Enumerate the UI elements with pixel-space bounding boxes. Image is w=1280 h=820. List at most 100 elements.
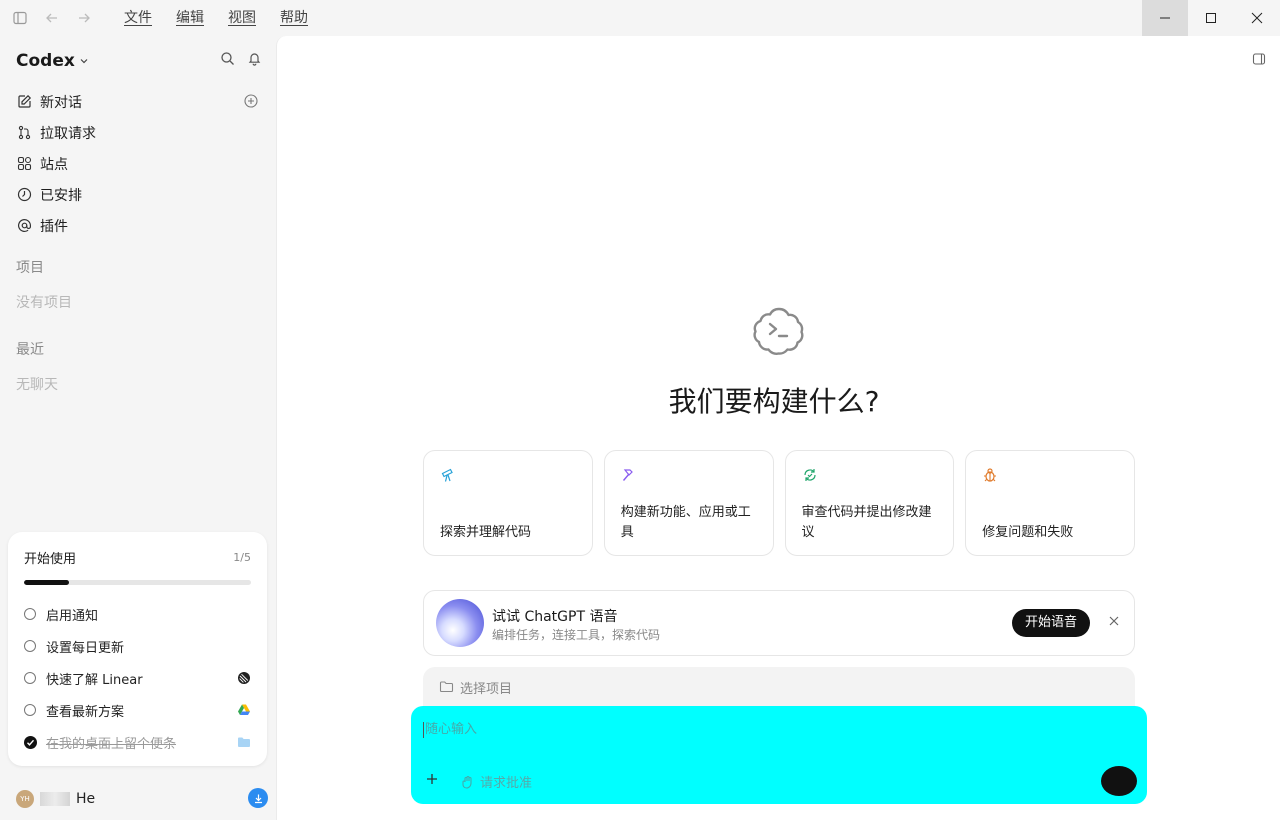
clock-icon xyxy=(16,187,32,203)
edit-icon xyxy=(16,94,32,110)
telescope-icon xyxy=(440,467,456,483)
onboarding-item[interactable]: 设置每日更新 xyxy=(24,630,251,662)
sidebar: Codex 新对话 拉取请求 站点 已安排 插件 项目 没有项目 最近 无聊天 … xyxy=(0,36,276,820)
onboarding-item-label: 设置每日更新 xyxy=(46,640,125,656)
sidebar-item-plugins[interactable]: 插件 xyxy=(16,210,262,241)
voice-orb-icon xyxy=(436,599,484,647)
voice-promo-title: 试试 ChatGPT 语音 xyxy=(492,609,618,625)
onboarding-item[interactable]: 在我的桌面上留个便条 xyxy=(24,726,251,758)
projects-empty-text: 没有项目 xyxy=(16,295,72,311)
menu-file[interactable]: 文件 xyxy=(114,0,162,36)
onboarding-item-label: 快速了解 Linear xyxy=(46,672,143,688)
window-controls xyxy=(1142,0,1280,36)
sidebar-item-pull-requests[interactable]: 拉取请求 xyxy=(16,117,262,148)
search-icon[interactable] xyxy=(220,51,235,70)
close-icon[interactable] xyxy=(1108,615,1120,631)
suggestion-card-explore[interactable]: 探索并理解代码 xyxy=(423,450,593,556)
sidebar-item-scheduled[interactable]: 已安排 xyxy=(16,179,262,210)
hand-icon xyxy=(462,775,472,789)
recent-empty-text: 无聊天 xyxy=(16,377,58,393)
onboarding-item-label: 启用通知 xyxy=(46,608,99,624)
maximize-button[interactable] xyxy=(1188,0,1234,36)
suggestion-card-label: 探索并理解代码 xyxy=(440,525,532,540)
onboarding-progress-bar xyxy=(24,580,251,585)
start-voice-button[interactable]: 开始语音 xyxy=(1011,609,1090,637)
sidebar-toggle-icon[interactable] xyxy=(4,0,36,36)
onboarding-title: 开始使用 xyxy=(24,552,77,567)
brand-row: Codex xyxy=(16,50,262,72)
approval-mode-button[interactable]: 请求批准 xyxy=(461,772,532,791)
sidebar-item-new-chat[interactable]: 新对话 xyxy=(16,86,262,117)
radio-icon xyxy=(24,640,36,652)
sidebar-item-sites[interactable]: 站点 xyxy=(16,148,262,179)
sidebar-item-label: 已安排 xyxy=(40,187,82,204)
minimize-button[interactable] xyxy=(1142,0,1188,36)
close-window-button[interactable] xyxy=(1234,0,1280,36)
hero-title: 我们要构建什么? xyxy=(668,385,880,418)
sidebar-nav: 新对话 拉取请求 站点 已安排 插件 xyxy=(16,86,262,241)
suggestion-card-review[interactable]: 审查代码并提出修改建议 xyxy=(784,450,955,556)
prompt-input[interactable]: 随心输入 xyxy=(423,722,477,738)
workspace-switcher[interactable]: Codex xyxy=(16,51,75,71)
menu-help[interactable]: 帮助 xyxy=(270,0,318,36)
suggestion-card-label: 审查代码并提出修改建议 xyxy=(801,505,932,540)
sidebar-item-label: 插件 xyxy=(40,218,68,235)
download-button[interactable] xyxy=(248,788,268,808)
pull-request-icon xyxy=(16,125,32,141)
send-button[interactable] xyxy=(1101,766,1137,796)
sidebar-item-label: 拉取请求 xyxy=(40,125,96,142)
voice-promo-subtitle: 编排任务，连接工具，探索代码 xyxy=(492,628,661,642)
suggestion-card-label: 修复问题和失败 xyxy=(982,525,1074,540)
suggestion-card-label: 构建新功能、应用或工具 xyxy=(620,505,751,540)
suggestion-card-fix[interactable]: 修复问题和失败 xyxy=(965,450,1135,556)
add-circle-icon[interactable] xyxy=(244,94,258,112)
sidebar-item-label: 站点 xyxy=(40,156,68,173)
voice-promo-banner: 试试 ChatGPT 语音 编排任务，连接工具，探索代码 开始语音 xyxy=(423,590,1135,656)
folder-icon xyxy=(237,735,251,749)
menu-bar: 文件 编辑 视图 帮助 xyxy=(114,0,318,36)
onboarding-item[interactable]: 快速了解 Linear xyxy=(24,662,251,694)
drive-logo-icon xyxy=(237,703,251,717)
title-bar: 文件 编辑 视图 帮助 xyxy=(0,0,1280,36)
main-panel: 我们要构建什么? 探索并理解代码 构建新功能、应用或工具 审查代码并提出修改建议… xyxy=(276,36,1280,820)
download-icon xyxy=(254,794,262,803)
onboarding-list: 启用通知 设置每日更新 快速了解 Linear 查看最新方案 在我的桌面上留个便… xyxy=(24,598,251,758)
project-selector-label: 选择项目 xyxy=(460,682,513,697)
onboarding-item[interactable]: 查看最新方案 xyxy=(24,694,251,726)
onboarding-item-label: 在我的桌面上留个便条 xyxy=(46,736,177,752)
redacted-name xyxy=(40,792,70,806)
onboarding-item-label: 查看最新方案 xyxy=(46,704,125,720)
close-icon xyxy=(1251,12,1263,24)
onboarding-progress-fill xyxy=(24,580,70,585)
bell-icon[interactable] xyxy=(247,51,262,70)
codex-logo-icon xyxy=(753,304,805,356)
panel-toggle-icon[interactable] xyxy=(1252,52,1266,70)
onboarding-card: 开始使用 1/5 启用通知 设置每日更新 快速了解 Linear 查看最新方案 … xyxy=(8,532,267,766)
user-profile-row[interactable]: YH He xyxy=(16,788,268,810)
checkmark-icon xyxy=(24,735,37,749)
linear-logo-icon xyxy=(237,671,251,685)
menu-view[interactable]: 视图 xyxy=(218,0,266,36)
radio-icon xyxy=(24,672,36,684)
folder-icon xyxy=(439,679,454,698)
hammer-icon xyxy=(621,467,637,483)
recent-section-title: 最近 xyxy=(16,342,44,358)
forward-arrow-icon[interactable] xyxy=(68,0,100,36)
back-arrow-icon[interactable] xyxy=(36,0,68,36)
sidebar-item-label: 新对话 xyxy=(40,94,82,111)
onboarding-item[interactable]: 启用通知 xyxy=(24,598,251,630)
suggestion-card-build[interactable]: 构建新功能、应用或工具 xyxy=(603,450,774,556)
suggestion-cards: 探索并理解代码 构建新功能、应用或工具 审查代码并提出修改建议 修复问题和失败 xyxy=(423,450,1135,556)
user-name: He xyxy=(76,791,96,807)
plus-icon[interactable] xyxy=(425,772,441,788)
radio-icon xyxy=(24,608,36,620)
sites-icon xyxy=(16,156,32,172)
menu-edit[interactable]: 编辑 xyxy=(166,0,214,36)
review-icon xyxy=(802,467,818,483)
minimize-icon xyxy=(1160,17,1170,19)
radio-icon xyxy=(24,704,36,716)
chevron-down-icon[interactable] xyxy=(79,56,89,66)
avatar[interactable]: YH xyxy=(16,790,34,808)
maximize-icon xyxy=(1206,13,1216,23)
bug-icon xyxy=(982,467,998,483)
